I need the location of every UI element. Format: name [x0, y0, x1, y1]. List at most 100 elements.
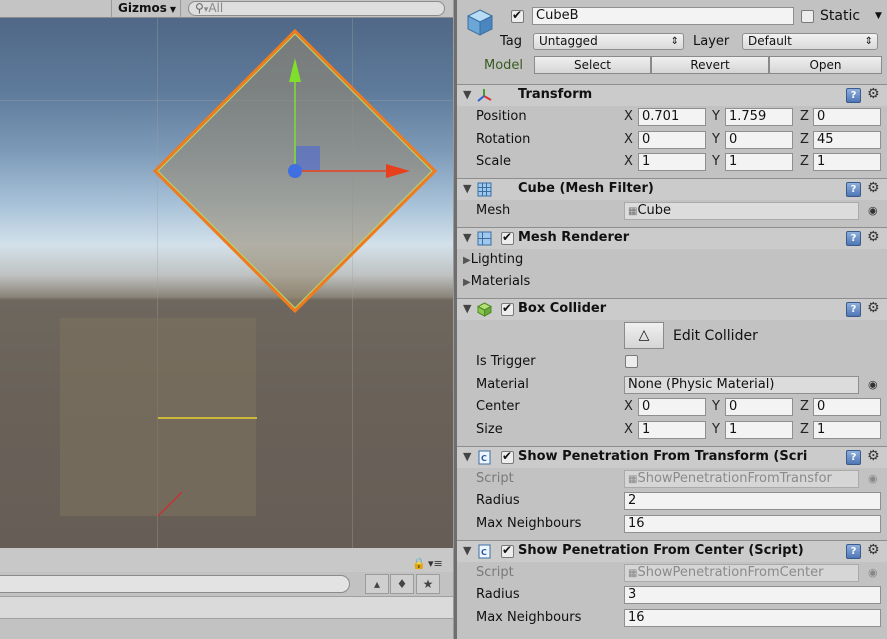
materials-foldout[interactable]: ▶Materials	[463, 274, 530, 291]
script-center-header[interactable]: ▼ C Show Penetration From Center (Script…	[457, 540, 887, 562]
foldout-arrow-icon[interactable]: ▼	[463, 544, 471, 557]
axis-z-label: Z	[800, 109, 809, 124]
static-label: Static	[820, 8, 861, 24]
position-y-field[interactable]: 1.759	[725, 108, 793, 126]
rotation-y-field[interactable]: 0	[725, 131, 793, 149]
layer-dropdown[interactable]: Default ⇕	[742, 33, 878, 50]
gear-icon[interactable]: ⚙	[867, 542, 880, 558]
material-label: Material	[476, 377, 529, 392]
help-book-icon[interactable]: ?	[846, 88, 861, 103]
scene-search-input[interactable]: ⚲▾All	[188, 1, 445, 16]
is-trigger-checkbox[interactable]	[625, 355, 638, 368]
transform-title: Transform	[518, 87, 593, 102]
object-picker-icon[interactable]: ◉	[868, 378, 878, 391]
panel-menu-icon[interactable]: ▾≡	[428, 557, 443, 570]
object-picker-icon[interactable]: ◉	[868, 204, 878, 217]
inspector-panel: CubeB Static ▼ Tag Untagged ⇕ Layer Defau…	[457, 0, 887, 639]
box-collider-enabled-checkbox[interactable]	[501, 301, 514, 316]
rotation-x-field[interactable]: 0	[638, 131, 706, 149]
foldout-arrow-icon[interactable]: ▼	[463, 450, 471, 463]
size-z-field[interactable]: 1	[813, 421, 881, 439]
rotation-z-field[interactable]: 45	[813, 131, 881, 149]
foldout-arrow-icon[interactable]: ▼	[463, 231, 471, 244]
gear-icon[interactable]: ⚙	[867, 448, 880, 464]
position-x-field[interactable]: 0.701	[638, 108, 706, 126]
help-book-icon[interactable]: ?	[846, 302, 861, 317]
radius-field[interactable]: 2	[624, 492, 881, 510]
axis-y-label: Y	[712, 154, 720, 169]
box-collider-icon	[477, 302, 492, 317]
script-transform-header[interactable]: ▼ C Show Penetration From Transform (Scr…	[457, 446, 887, 468]
physic-material-field[interactable]: None (Physic Material)	[624, 376, 859, 394]
help-book-icon[interactable]: ?	[846, 544, 861, 559]
scene-toolbar: Gizmos ▼ ⚲▾All	[0, 0, 453, 18]
edit-collider-label: Edit Collider	[673, 328, 758, 344]
gear-icon[interactable]: ⚙	[867, 300, 880, 316]
filter-by-label-icon[interactable]: ♦	[390, 574, 414, 594]
max-neighbours-field[interactable]: 16	[624, 609, 881, 627]
scene-view[interactable]: Gizmos ▼ ⚲▾All	[0, 0, 453, 548]
scale-y-field[interactable]: 1	[725, 153, 793, 171]
mesh-renderer-enabled-checkbox[interactable]	[501, 230, 514, 245]
static-dropdown-arrow-icon[interactable]: ▼	[875, 11, 882, 21]
gizmos-dropdown[interactable]: Gizmos ▼	[111, 0, 181, 18]
axis-x-label: X	[624, 132, 633, 147]
object-name-field[interactable]: CubeB	[532, 7, 794, 25]
project-search-input[interactable]	[0, 575, 350, 593]
radius-field[interactable]: 3	[624, 586, 881, 604]
size-y-field[interactable]: 1	[725, 421, 793, 439]
foldout-arrow-icon[interactable]: ▼	[463, 302, 471, 315]
active-checkbox[interactable]	[511, 8, 524, 23]
mesh-renderer-header[interactable]: ▼ Mesh Renderer ? ⚙	[457, 227, 887, 249]
axis-y-label: Y	[712, 422, 720, 437]
foldout-arrow-icon[interactable]: ▼	[463, 88, 471, 101]
model-revert-button[interactable]: Revert	[651, 56, 769, 74]
help-book-icon[interactable]: ?	[846, 231, 861, 246]
mesh-label: Mesh	[476, 203, 511, 218]
mesh-object-field[interactable]: ▦Cube	[624, 202, 859, 220]
model-open-button[interactable]: Open	[769, 56, 882, 74]
position-label: Position	[476, 109, 527, 124]
transform-header[interactable]: ▼ Transform ? ⚙	[457, 84, 887, 106]
static-checkbox[interactable]	[801, 10, 814, 23]
updown-icon: ⇕	[670, 36, 679, 47]
help-book-icon[interactable]: ?	[846, 450, 861, 465]
scale-x-field[interactable]: 1	[638, 153, 706, 171]
lock-icon[interactable]: 🔒	[412, 557, 426, 570]
axis-x-label: X	[624, 154, 633, 169]
mesh-filter-header[interactable]: ▼ Cube (Mesh Filter) ? ⚙	[457, 178, 887, 200]
axis-y-label: Y	[712, 132, 720, 147]
center-y-field[interactable]: 0	[725, 398, 793, 416]
edit-collider-icon: △	[638, 327, 650, 343]
lighting-foldout[interactable]: ▶Lighting	[463, 252, 523, 269]
radius-label: Radius	[476, 493, 520, 508]
gear-icon[interactable]: ⚙	[867, 180, 880, 196]
edit-collider-button[interactable]: △	[624, 322, 664, 349]
size-x-field[interactable]: 1	[638, 421, 706, 439]
scale-z-field[interactable]: 1	[813, 153, 881, 171]
gear-icon[interactable]: ⚙	[867, 229, 880, 245]
red-debug-line	[157, 491, 183, 517]
foldout-arrow-icon[interactable]: ▼	[463, 182, 471, 195]
dropdown-arrow-icon: ▼	[169, 5, 176, 14]
gameobject-cube-icon	[466, 9, 494, 36]
object-picker-icon: ◉	[868, 472, 878, 485]
center-x-field[interactable]: 0	[638, 398, 706, 416]
script-transform-enabled-checkbox[interactable]	[501, 449, 514, 464]
box-collider-header[interactable]: ▼ Box Collider ? ⚙	[457, 298, 887, 320]
model-select-button[interactable]: Select	[534, 56, 651, 74]
tag-value: Untagged	[539, 34, 598, 48]
position-z-field[interactable]: 0	[813, 108, 881, 126]
tag-label: Tag	[500, 34, 523, 49]
center-z-field[interactable]: 0	[813, 398, 881, 416]
materials-label: Materials	[470, 274, 531, 289]
script-object-field: ▦ShowPenetrationFromTransfor	[624, 470, 859, 488]
favorites-star-icon[interactable]: ★	[416, 574, 440, 594]
gear-icon[interactable]: ⚙	[867, 86, 880, 102]
max-neighbours-field[interactable]: 16	[624, 515, 881, 533]
tag-dropdown[interactable]: Untagged ⇕	[533, 33, 684, 50]
filter-by-type-icon[interactable]: ▴	[365, 574, 389, 594]
script-center-enabled-checkbox[interactable]	[501, 543, 514, 558]
help-book-icon[interactable]: ?	[846, 182, 861, 197]
layer-label: Layer	[693, 34, 730, 49]
